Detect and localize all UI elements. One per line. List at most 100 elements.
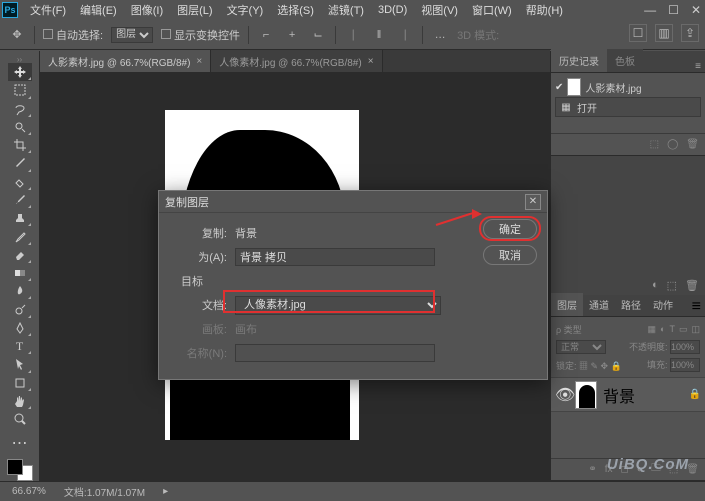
align-bottom-icon[interactable]: ⌙ [309,26,327,44]
align-hcenter-icon[interactable]: ‖ [370,26,388,44]
layer-row-background[interactable]: 👁 背景 🔒 [551,378,705,412]
auto-select-checkbox[interactable]: 自动选择: [43,27,103,43]
stamp-tool[interactable] [8,209,32,227]
align-top-icon[interactable]: ⌐ [257,26,275,44]
menu-help[interactable]: 帮助(H) [520,0,569,20]
menu-window[interactable]: 窗口(W) [466,0,518,20]
move-tool-indicator-icon: ✥ [8,26,26,44]
gradient-tool[interactable] [8,264,32,282]
tab-close-icon[interactable]: × [196,56,202,67]
foreground-color-swatch[interactable] [7,459,23,475]
tab-history[interactable]: 历史记录 [551,49,607,72]
menu-view[interactable]: 视图(V) [415,0,464,20]
pen-tool[interactable] [8,319,32,337]
screen-mode-icon[interactable]: ☐ [629,24,647,42]
document-tab-inactive[interactable]: 人像素材.jpg @ 66.7%(RGB/8#) × [211,50,382,72]
history-source[interactable]: ✔人影素材.jpg [555,77,701,97]
menu-3d[interactable]: 3D(D) [372,2,413,18]
hand-tool[interactable] [8,392,32,410]
fill-input[interactable] [670,358,700,372]
doc-info-arrow-icon[interactable]: ▸ [163,486,168,497]
blend-mode-dropdown[interactable]: 正常 [556,340,606,354]
panel-menu-icon[interactable]: ≡ [695,61,701,72]
filter-pixel-icon[interactable]: ▦ [648,324,657,335]
minimize-icon[interactable]: — [644,3,656,17]
hist-new-icon[interactable]: ⬚ [650,139,659,150]
lasso-tool[interactable] [8,100,32,118]
trash-icon[interactable]: 🗑 [685,279,699,292]
menu-layer[interactable]: 图层(L) [171,0,218,20]
artboard-label: 画板: [169,321,227,337]
align-left-icon[interactable]: ｜ [344,26,362,44]
tab-layers[interactable]: 图层 [551,293,583,316]
tab-paths[interactable]: 路径 [615,293,647,316]
brush-tool[interactable] [8,191,32,209]
arrange-icon[interactable]: ▥ [655,24,673,42]
align-vcenter-icon[interactable]: + [283,26,301,44]
menu-file[interactable]: 文件(F) [24,0,72,20]
tab-actions[interactable]: 动作 [647,293,679,316]
auto-select-dropdown[interactable]: 图层 [111,27,153,43]
hist-snapshot-icon[interactable]: ◯ [667,139,678,150]
show-transform-checkbox[interactable]: 显示变换控件 [161,27,240,43]
lock-icon[interactable]: 🔒 [689,389,701,400]
eraser-tool[interactable] [8,246,32,264]
edit-toolbar-icon[interactable]: ⋯ [8,433,32,453]
duplicate-label: 复制: [169,225,227,241]
layers-panel: 图层 通道 路径 动作 ≡ ρ 类型 ▦ ◐ T ▭ ◫ 正常 不透明度: [551,295,705,481]
hist-delete-icon[interactable]: 🗑 [686,139,699,150]
menu-select[interactable]: 选择(S) [271,0,320,20]
menu-image[interactable]: 图像(I) [125,0,169,20]
menu-edit[interactable]: 编辑(E) [74,0,123,20]
kind-filter[interactable]: ρ 类型 [556,323,582,336]
maximize-icon[interactable]: ☐ [668,3,679,17]
shape-tool[interactable] [8,374,32,392]
name-input [235,344,435,362]
filter-text-icon[interactable]: T [669,324,675,335]
color-swatches[interactable] [7,459,33,481]
quick-select-tool[interactable] [8,118,32,136]
menu-type[interactable]: 文字(Y) [221,0,270,20]
share-icon[interactable]: ⇪ [681,24,699,42]
type-tool[interactable]: T [8,337,32,355]
path-select-tool[interactable] [8,355,32,373]
tab-channels[interactable]: 通道 [583,293,615,316]
dialog-close-button[interactable]: ✕ [525,194,541,210]
eyedropper-tool[interactable] [8,154,32,172]
filter-smart-icon[interactable]: ◫ [691,324,700,335]
filter-shape-icon[interactable]: ▭ [679,324,688,335]
history-step[interactable]: ▦打开 [555,97,701,117]
tools-drag-handle[interactable]: ›› [5,55,35,63]
history-brush-tool[interactable] [8,227,32,245]
filter-adjust-icon[interactable]: ◐ [660,324,665,335]
annotation-highlight-ok [479,216,541,241]
visibility-icon[interactable]: 👁 [555,385,569,405]
zoom-tool[interactable] [8,410,32,428]
document-tab-active[interactable]: 人影素材.jpg @ 66.7%(RGB/8#) × [40,50,211,72]
move-tool[interactable] [8,63,32,81]
align-right-icon[interactable]: ｜ [396,26,414,44]
adjustments-icon[interactable]: ◐ [652,279,659,291]
new-adjustment-icon[interactable]: ⬚ [667,279,677,292]
opacity-input[interactable] [670,340,700,354]
panel-menu-icon[interactable]: ≡ [692,298,705,316]
blur-tool[interactable] [8,282,32,300]
close-icon[interactable]: ✕ [691,3,701,17]
as-input[interactable] [235,248,435,266]
layer-thumbnail[interactable] [575,381,597,409]
tab-title: 人影素材.jpg @ 66.7%(RGB/8#) [48,54,190,69]
mode-3d-label: 3D 模式: [457,27,499,43]
zoom-level[interactable]: 66.67% [12,486,46,497]
link-layers-icon[interactable]: ⚭ [588,464,596,475]
dodge-tool[interactable] [8,300,32,318]
distribute-icon[interactable]: … [431,26,449,44]
tab-swatches[interactable]: 色板 [607,49,643,72]
tab-close-icon[interactable]: × [368,56,374,67]
menu-filter[interactable]: 滤镜(T) [322,0,370,20]
doc-info[interactable]: 文档:1.07M/1.07M [64,484,145,499]
annotation-highlight-document [223,290,435,313]
cancel-button[interactable]: 取消 [483,245,537,265]
marquee-tool[interactable] [8,81,32,99]
crop-tool[interactable] [8,136,32,154]
heal-tool[interactable] [8,173,32,191]
